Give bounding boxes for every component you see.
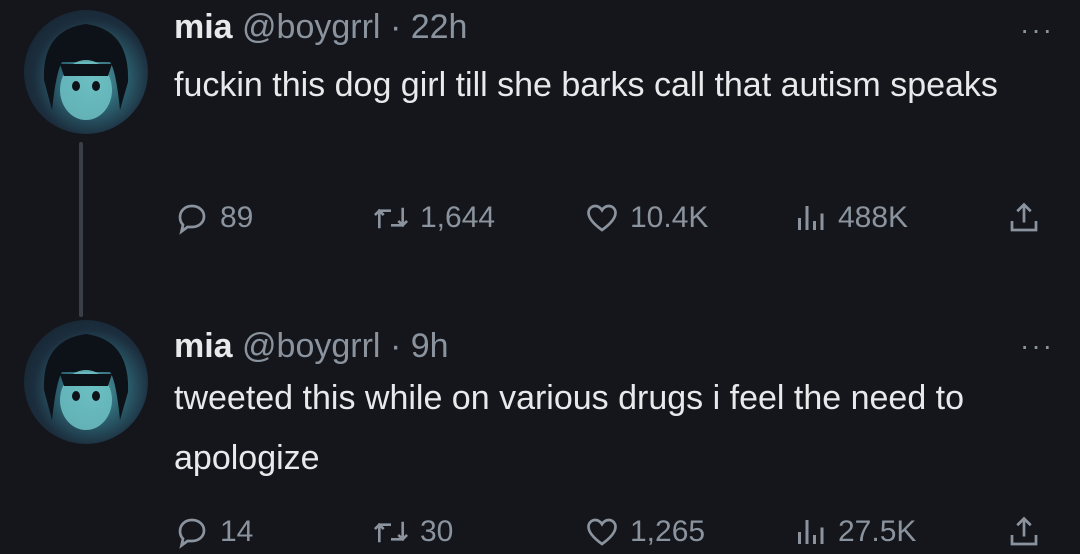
user-handle[interactable]: @boygrrl	[242, 327, 380, 365]
more-icon[interactable]: ···	[1020, 330, 1054, 362]
tweet-2[interactable]: mia @boygrrl · 9h ··· tweeted this while…	[0, 310, 1080, 550]
reply-count: 89	[220, 201, 254, 234]
heart-icon	[587, 204, 617, 232]
reply-icon	[178, 518, 206, 549]
like-button[interactable]: 10.4K	[584, 196, 708, 240]
share-icon	[1010, 202, 1038, 232]
heart-icon	[587, 518, 617, 546]
tweet-actions: 14 30 1,265 27.5K	[174, 510, 1054, 554]
views-button[interactable]: 488K	[792, 196, 908, 240]
tweet-actions: 89 1,644 10.4K 488K	[174, 196, 1054, 240]
user-handle[interactable]: @boygrrl	[242, 8, 380, 46]
thread-connector	[79, 142, 83, 317]
retweet-button[interactable]: 1,644	[372, 196, 495, 240]
avatar[interactable]	[24, 320, 148, 444]
timestamp[interactable]: 9h	[411, 327, 449, 365]
separator: ·	[389, 8, 402, 46]
tweet-1[interactable]: mia @boygrrl · 22h ··· fuckin this dog g…	[0, 0, 1080, 317]
reply-icon	[178, 204, 206, 235]
views-icon	[798, 206, 824, 230]
retweet-count: 30	[420, 515, 454, 548]
like-count: 10.4K	[630, 201, 709, 234]
display-name[interactable]: mia	[174, 327, 233, 365]
like-count: 1,265	[630, 515, 706, 548]
avatar[interactable]	[24, 10, 148, 134]
views-icon	[798, 520, 824, 544]
retweet-icon	[373, 207, 409, 229]
share-button[interactable]	[1006, 510, 1052, 554]
reply-button[interactable]: 89	[174, 196, 253, 240]
retweet-button[interactable]: 30	[372, 510, 453, 554]
tweet-text: fuckin this dog girl till she barks call…	[174, 66, 998, 104]
tweet-header: mia @boygrrl · 22h	[174, 6, 467, 48]
timestamp[interactable]: 22h	[411, 8, 468, 46]
share-button[interactable]	[1006, 196, 1052, 240]
tweet-header: mia @boygrrl · 9h	[174, 325, 449, 367]
tweet-text: tweeted this while on various drugs i fe…	[174, 379, 965, 477]
views-button[interactable]: 27.5K	[792, 510, 916, 554]
like-button[interactable]: 1,265	[584, 510, 705, 554]
views-count: 27.5K	[838, 515, 917, 548]
retweet-count: 1,644	[420, 201, 496, 234]
views-count: 488K	[838, 201, 909, 234]
reply-count: 14	[220, 515, 254, 548]
reply-button[interactable]: 14	[174, 510, 253, 554]
share-icon	[1010, 516, 1038, 546]
display-name[interactable]: mia	[174, 8, 233, 46]
separator: ·	[389, 327, 402, 365]
retweet-icon	[373, 521, 409, 543]
more-icon[interactable]: ···	[1020, 14, 1054, 46]
